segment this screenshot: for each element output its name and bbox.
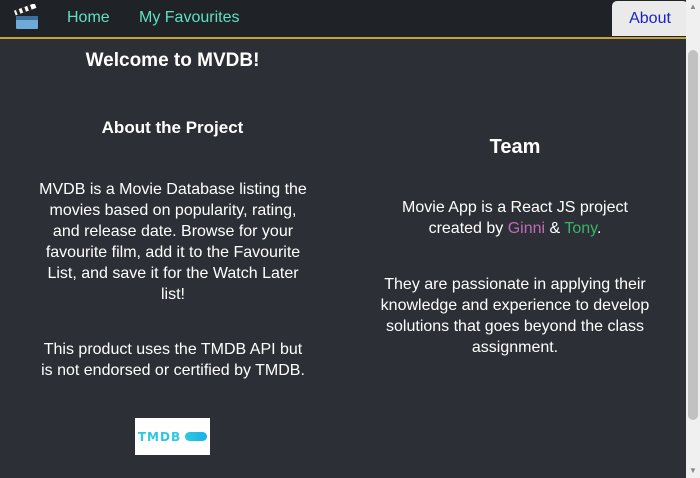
team-heading: Team xyxy=(489,136,541,158)
nav-favourites-link[interactable]: My Favourites xyxy=(139,9,239,27)
navbar: Home My Favourites About xyxy=(0,0,686,39)
about-project-description: MVDB is a Movie Database listing the mov… xyxy=(39,181,307,303)
team-member-tony: Tony xyxy=(564,220,597,237)
tmdb-attribution-note: This product uses the TMDB API but is no… xyxy=(41,341,305,379)
tmdb-logo-text: TMDB xyxy=(137,429,182,444)
about-project-heading: About the Project xyxy=(101,118,244,137)
welcome-heading: Welcome to MVDB! xyxy=(85,50,260,71)
team-intro-after: . xyxy=(596,220,602,237)
team-member-ginni: Ginni xyxy=(507,220,546,237)
scroll-up-arrow-icon[interactable]: ▲ xyxy=(686,0,700,14)
scroll-down-arrow-icon[interactable]: ▼ xyxy=(686,464,700,478)
vertical-scrollbar[interactable]: ▲ ▼ xyxy=(686,0,700,478)
team-intro: Movie App is a React JS project created … xyxy=(375,197,655,239)
tmdb-logo[interactable]: TMDB xyxy=(135,418,210,455)
team-intro-joiner: & xyxy=(545,220,565,237)
scrollbar-thumb[interactable] xyxy=(688,50,698,420)
app-window: Home My Favourites About Welcome to MVDB… xyxy=(0,0,686,478)
team-description: They are passionate in applying their kn… xyxy=(380,276,650,356)
nav-home-link[interactable]: Home xyxy=(67,9,110,27)
tmdb-logo-pill xyxy=(185,432,208,441)
clapperboard-icon[interactable] xyxy=(13,3,41,32)
nav-about-tab[interactable]: About xyxy=(612,1,686,36)
